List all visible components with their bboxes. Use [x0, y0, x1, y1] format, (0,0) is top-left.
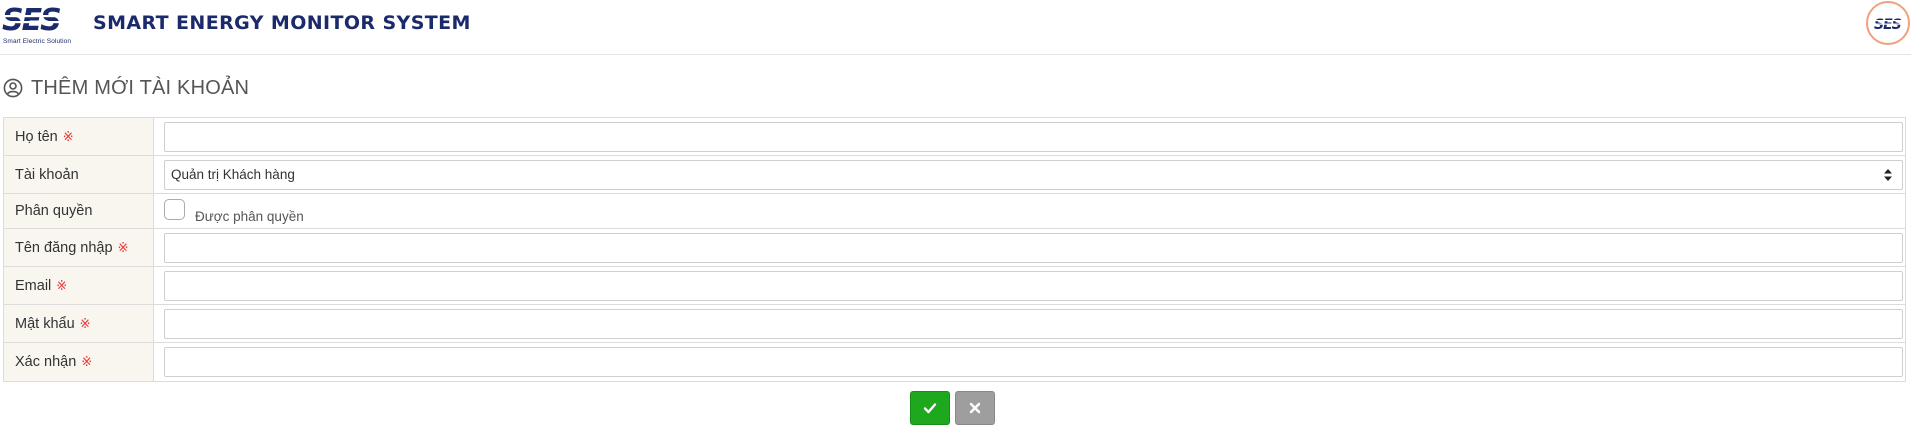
permission-field-cell: Được phân quyền — [154, 194, 1905, 228]
required-mark: ※ — [79, 315, 91, 331]
password-label-cell: Mật khẩu ※ — [4, 305, 154, 342]
select-updown-icon — [1884, 168, 1892, 181]
account-type-label-cell: Tài khoản — [4, 156, 154, 193]
permission-label: Phân quyền — [15, 203, 93, 219]
email-input[interactable] — [164, 270, 1903, 301]
required-mark: ※ — [117, 239, 129, 255]
permission-checkbox-label[interactable]: Được phân quyền — [195, 209, 304, 224]
email-label: Email — [15, 277, 52, 294]
required-mark: ※ — [56, 277, 68, 293]
form-row-confirm-password: Xác nhận ※ — [4, 343, 1905, 381]
form-row-permission: Phân quyền Được phân quyền — [4, 194, 1905, 229]
form-row-email: Email ※ — [4, 267, 1905, 305]
app-header: SES Smart Electric Solution SMART ENERGY… — [0, 0, 1911, 55]
ses-logo-mark: SES — [2, 4, 82, 34]
cancel-button[interactable] — [955, 391, 995, 425]
fullname-label-cell: Họ tên ※ — [4, 118, 154, 155]
account-type-selected-value: Quản trị Khách hàng — [171, 167, 295, 182]
check-icon — [923, 403, 937, 414]
confirm-password-input[interactable] — [164, 347, 1903, 377]
page-title: THÊM MỚI TÀI KHOẢN — [3, 76, 249, 100]
user-avatar[interactable]: SES — [1866, 1, 1910, 45]
username-field-cell — [154, 229, 1905, 266]
form-actions — [910, 391, 995, 425]
avatar-logo-mark: SES — [1874, 17, 1902, 33]
account-type-field-cell: Quản trị Khách hàng — [154, 156, 1905, 193]
email-field-cell — [154, 267, 1905, 304]
fullname-label: Họ tên — [15, 128, 58, 145]
form-row-fullname: Họ tên ※ — [4, 118, 1905, 156]
save-button[interactable] — [910, 391, 950, 425]
account-type-select[interactable]: Quản trị Khách hàng — [164, 159, 1903, 190]
password-field-cell — [154, 305, 1905, 342]
permission-checkbox-wrap: Được phân quyền — [164, 194, 304, 228]
fullname-field-cell — [154, 118, 1905, 155]
password-input[interactable] — [164, 308, 1903, 339]
svg-text:SES: SES — [1874, 17, 1902, 33]
form-row-username: Tên đăng nhập ※ — [4, 229, 1905, 267]
app-title: SMART ENERGY MONITOR SYSTEM — [93, 12, 471, 34]
permission-checkbox[interactable] — [164, 199, 185, 220]
password-label: Mật khẩu — [15, 315, 75, 332]
form-row-password: Mật khẩu ※ — [4, 305, 1905, 343]
permission-label-cell: Phân quyền — [4, 194, 154, 228]
close-icon — [969, 402, 981, 414]
email-label-cell: Email ※ — [4, 267, 154, 304]
username-label-cell: Tên đăng nhập ※ — [4, 229, 154, 266]
confirm-password-field-cell — [154, 343, 1905, 381]
ses-logo[interactable]: SES Smart Electric Solution — [2, 4, 82, 46]
svg-text:SES: SES — [2, 4, 60, 34]
required-mark: ※ — [81, 354, 93, 369]
confirm-password-label-cell: Xác nhận ※ — [4, 343, 154, 381]
page-title-text: THÊM MỚI TÀI KHOẢN — [31, 76, 250, 99]
required-mark: ※ — [62, 128, 74, 144]
confirm-password-label: Xác nhận — [15, 354, 77, 370]
username-input[interactable] — [164, 232, 1903, 263]
username-label: Tên đăng nhập — [15, 239, 113, 256]
fullname-input[interactable] — [164, 121, 1903, 152]
account-type-label: Tài khoản — [15, 166, 79, 183]
user-circle-icon — [3, 78, 23, 98]
form-row-account-type: Tài khoản Quản trị Khách hàng — [4, 156, 1905, 194]
logo-subtitle: Smart Electric Solution — [3, 38, 72, 45]
add-account-form: Họ tên ※ Tài khoản Quản trị Khách hàng Ph… — [3, 117, 1906, 382]
